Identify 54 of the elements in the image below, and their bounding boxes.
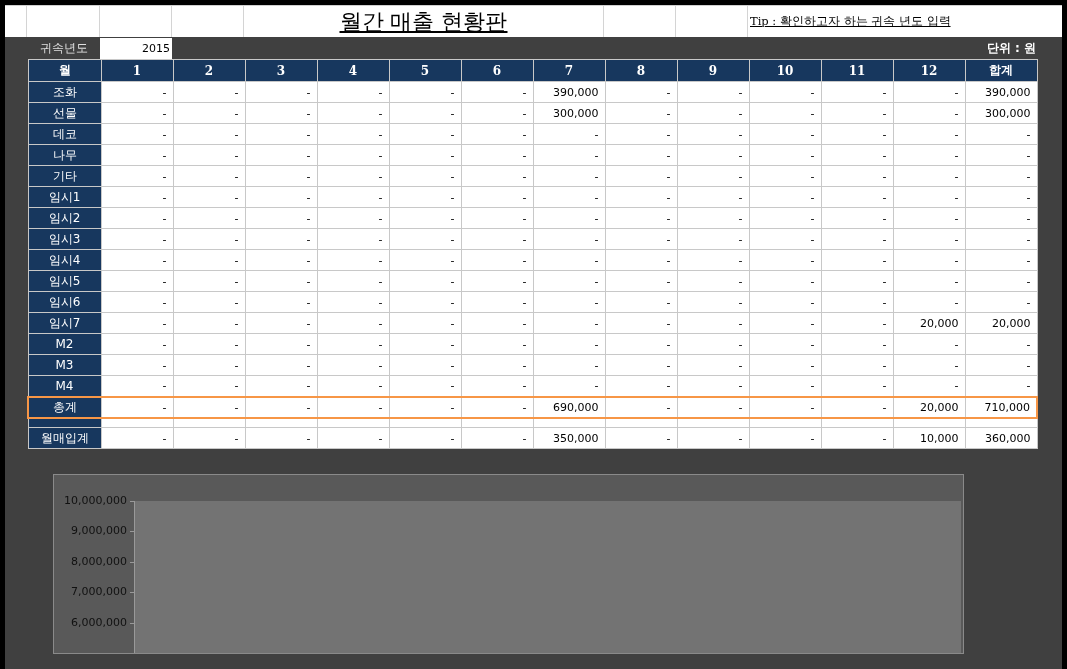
row-label: M4 xyxy=(28,375,101,397)
column-header: 3 xyxy=(245,59,317,82)
row-label: 임시1 xyxy=(28,186,101,208)
table-cell: - xyxy=(389,396,461,418)
row-label: 임시6 xyxy=(28,291,101,313)
column-header: 11 xyxy=(821,59,893,82)
table-cell: - xyxy=(461,396,533,418)
unit-label: 단위 : 원 xyxy=(986,40,1036,57)
row-label: 총계 xyxy=(28,396,101,418)
row-label: 선물 xyxy=(28,102,101,124)
table-cell: - xyxy=(245,396,317,418)
row-label: M3 xyxy=(28,354,101,376)
column-header: 5 xyxy=(389,59,461,82)
column-header: 합계 xyxy=(965,59,1037,82)
row-label: 임시4 xyxy=(28,249,101,271)
table-cell: 690,000 xyxy=(533,396,605,418)
row-label: M2 xyxy=(28,333,101,355)
row-label: 임시3 xyxy=(28,228,101,250)
table-cell: - xyxy=(317,396,389,418)
row-label: 임시2 xyxy=(28,207,101,229)
year-input-cell[interactable]: 2015 xyxy=(100,38,172,59)
table-cell: - xyxy=(101,396,173,418)
row-label: 데코 xyxy=(28,123,101,145)
axis-label: 10,000,000 xyxy=(64,494,127,508)
axis-label: 7,000,000 xyxy=(71,585,127,600)
column-header: 8 xyxy=(605,59,677,82)
table-cell: - xyxy=(173,396,245,418)
row-label: 조화 xyxy=(28,81,101,103)
table-cell: 20,000 xyxy=(893,396,965,418)
column-header: 7 xyxy=(533,59,605,82)
table-cell: - xyxy=(605,396,677,418)
sheet-title: 월간 매출 현황판 xyxy=(339,7,508,36)
row-label: 임시7 xyxy=(28,312,101,334)
row-label: 월매입계 xyxy=(28,427,101,449)
column-header: 2 xyxy=(173,59,245,82)
column-header: 6 xyxy=(461,59,533,82)
column-header: 9 xyxy=(677,59,749,82)
column-header: 월 xyxy=(28,59,101,82)
row-label: 임시5 xyxy=(28,270,101,292)
table-cell: - xyxy=(677,396,749,418)
axis-label: 8,000,000 xyxy=(71,554,127,569)
tip-text: Tip : 확인하고자 하는 귀속 년도 입력 xyxy=(750,14,951,29)
table-cell: 710,000 xyxy=(965,396,1037,418)
column-header: 4 xyxy=(317,59,389,82)
axis-label: 9,000,000 xyxy=(71,524,127,539)
row-label: 기타 xyxy=(28,165,101,187)
table-cell: - xyxy=(749,396,821,418)
year-label: 귀속년도 xyxy=(38,40,89,57)
row-label: 나무 xyxy=(28,144,101,166)
column-header: 10 xyxy=(749,59,821,82)
axis-label: 6,000,000 xyxy=(71,615,127,630)
column-header: 1 xyxy=(101,59,173,82)
column-header: 12 xyxy=(893,59,965,82)
table-cell: - xyxy=(821,396,893,418)
